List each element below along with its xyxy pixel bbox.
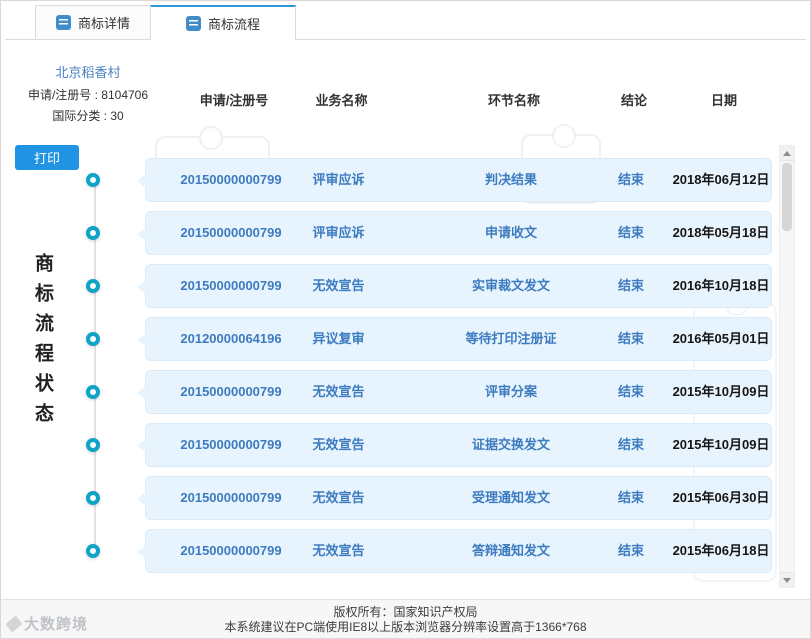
cell-step: 申请收文 <box>484 225 537 240</box>
cell-step: 等待打印注册证 <box>465 331 557 346</box>
row-bubble: 20150000000799 评审应诉 判决结果 结束 2018年06月12日 <box>137 158 772 202</box>
table-row: 20120000064196 异议复审 等待打印注册证 结束 2016年05月0… <box>71 317 783 361</box>
cell-business: 无效宣告 <box>312 490 365 505</box>
scroll-up-icon[interactable] <box>780 146 794 161</box>
timeline-node-icon <box>86 544 100 558</box>
row-bubble: 20150000000799 无效宣告 证据交换发文 结束 2015年10月09… <box>137 423 772 467</box>
row-bubble: 20150000000799 无效宣告 答辩通知发文 结束 2015年06月18… <box>137 529 772 573</box>
header-business: 业务名称 <box>315 93 368 108</box>
table-list-icon <box>185 16 201 31</box>
timeline-node-icon <box>86 385 100 399</box>
row-bubble: 20150000000799 无效宣告 受理通知发文 结束 2015年06月30… <box>137 476 772 520</box>
cell-business: 评审应诉 <box>312 172 365 187</box>
watermark-icon <box>5 615 23 632</box>
timeline-node-icon <box>86 279 100 293</box>
header-date: 日期 <box>710 93 737 108</box>
cell-step: 实审裁文发文 <box>471 278 550 293</box>
tab-trademark-flow[interactable]: 商标流程 <box>150 5 296 41</box>
cell-date: 2015年10月09日 <box>672 384 770 399</box>
cell-business: 无效宣告 <box>312 543 365 558</box>
cell-business: 无效宣告 <box>312 384 365 399</box>
timeline-node-icon <box>86 173 100 187</box>
watermark: 大数跨境 <box>5 613 89 634</box>
trademark-info-panel: 北京稻香村 申请/注册号 : 8104706 国际分类 : 30 <box>15 62 161 127</box>
table-row: 20150000000799 评审应诉 申请收文 结束 2018年05月18日 <box>71 211 783 255</box>
table-header: 申请/注册号 业务名称 环节名称 结论 日期 <box>149 90 780 108</box>
cell-business: 无效宣告 <box>312 437 365 452</box>
cell-step: 证据交换发文 <box>471 437 550 452</box>
tab-bar: 商标详情 商标流程 <box>5 5 806 41</box>
flow-rows: 20150000000799 评审应诉 判决结果 结束 2018年06月12日 … <box>71 158 783 582</box>
row-bubble: 20150000000799 无效宣告 评审分案 结束 2015年10月09日 <box>137 370 772 414</box>
header-step: 环节名称 <box>487 93 540 108</box>
cell-step: 受理通知发文 <box>471 490 550 505</box>
cell-date: 2015年10月09日 <box>672 437 770 452</box>
timeline-node-icon <box>86 332 100 346</box>
content-area: 北京稻香村 申请/注册号 : 8104706 国际分类 : 30 打印 申请/注… <box>5 40 808 601</box>
cell-step: 评审分案 <box>484 384 537 399</box>
scrollbar[interactable] <box>779 145 795 588</box>
table-row: 20150000000799 无效宣告 受理通知发文 结束 2015年06月30… <box>71 476 783 520</box>
cell-date: 2018年06月12日 <box>672 172 770 187</box>
international-class-line: 国际分类 : 30 <box>52 109 124 123</box>
table-row: 20150000000799 无效宣告 评审分案 结束 2015年10月09日 <box>71 370 783 414</box>
cell-business: 评审应诉 <box>312 225 365 240</box>
cell-date: 2016年10月18日 <box>672 278 770 293</box>
watermark-text: 大数跨境 <box>24 616 89 633</box>
table-row: 20150000000799 无效宣告 证据交换发文 结束 2015年10月09… <box>71 423 783 467</box>
scroll-thumb[interactable] <box>782 163 792 231</box>
print-button[interactable]: 打印 <box>15 145 79 170</box>
timeline-node-icon <box>86 438 100 452</box>
tab-label: 商标流程 <box>207 17 260 32</box>
browser-advice-line: 本系统建议在PC端使用IE8以上版本浏览器分辨率设置高于1366*768 <box>224 620 587 634</box>
cell-date: 2016年05月01日 <box>672 331 770 346</box>
tab-trademark-details[interactable]: 商标详情 <box>35 5 151 40</box>
cell-date: 2015年06月18日 <box>672 543 770 558</box>
trademark-name: 北京稻香村 <box>55 65 121 80</box>
row-bubble: 20150000000799 评审应诉 申请收文 结束 2018年05月18日 <box>137 211 772 255</box>
cell-date: 2018年05月18日 <box>672 225 770 240</box>
cell-step: 判决结果 <box>484 172 537 187</box>
tab-label: 商标详情 <box>77 16 130 31</box>
trademark-flow-page: 商标详情 商标流程 北京稻香村 申请/注册号 : 8104706 国际分类 : … <box>0 0 811 639</box>
row-bubble: 20150000000799 无效宣告 实审裁文发文 结束 2016年10月18… <box>137 264 772 308</box>
copyright-line: 版权所有：国家知识产权局 <box>333 605 478 619</box>
registration-number-line: 申请/注册号 : 8104706 <box>27 88 149 102</box>
timeline-node-icon <box>86 491 100 505</box>
cell-date: 2015年06月30日 <box>672 490 770 505</box>
row-bubble: 20120000064196 异议复审 等待打印注册证 结束 2016年05月0… <box>137 317 772 361</box>
table-row: 20150000000799 无效宣告 答辩通知发文 结束 2015年06月18… <box>71 529 783 573</box>
cell-business: 无效宣告 <box>312 278 365 293</box>
vertical-title: 商标流程状态 <box>32 253 53 433</box>
scroll-down-icon[interactable] <box>780 572 794 587</box>
footer: 版权所有：国家知识产权局 本系统建议在PC端使用IE8以上版本浏览器分辨率设置高… <box>1 599 810 638</box>
table-row: 20150000000799 评审应诉 判决结果 结束 2018年06月12日 <box>71 158 783 202</box>
cell-step: 答辩通知发文 <box>471 543 550 558</box>
cell-business: 异议复审 <box>312 331 365 346</box>
table-row: 20150000000799 无效宣告 实审裁文发文 结束 2016年10月18… <box>71 264 783 308</box>
document-list-icon <box>55 15 71 30</box>
timeline-node-icon <box>86 226 100 240</box>
